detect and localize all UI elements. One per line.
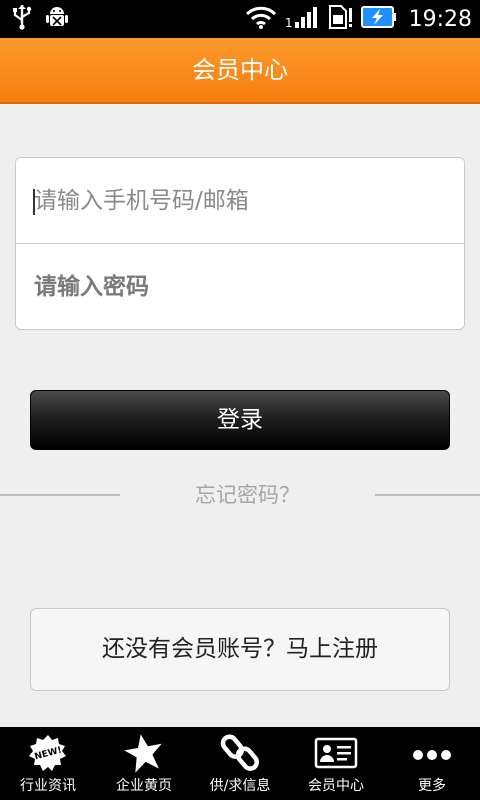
star-icon: [122, 733, 166, 773]
nav-label-yellow-pages: 企业黄页: [116, 778, 172, 794]
password-field-row: [16, 244, 464, 330]
usb-icon: [12, 4, 32, 34]
link-icon: [218, 733, 262, 773]
bottom-nav: NEW! 行业资讯 企业黄页 供/求信息 会员中心 更多: [0, 727, 480, 800]
login-button[interactable]: 登录: [30, 390, 450, 450]
nav-label-supply-demand: 供/求信息: [209, 778, 271, 794]
wifi-icon: [245, 5, 277, 33]
status-time: 19:28: [408, 6, 472, 32]
nav-label-news: 行业资讯: [20, 778, 76, 794]
more-icon: [410, 733, 454, 773]
nav-item-more[interactable]: 更多: [384, 727, 480, 800]
svg-text:1: 1: [285, 16, 293, 29]
android-debug-icon: [46, 4, 68, 34]
nav-label-more: 更多: [418, 778, 446, 794]
text-cursor: [33, 189, 35, 215]
page-title: 会员中心: [192, 56, 288, 84]
sim-icon: [327, 4, 353, 34]
battery-charging-icon: [360, 5, 397, 33]
nav-item-yellow-pages[interactable]: 企业黄页: [96, 727, 192, 800]
member-card-icon: [314, 733, 358, 773]
title-bar: 会员中心: [0, 38, 480, 104]
status-bar: 1 19:28: [0, 0, 480, 38]
phone-email-input[interactable]: [34, 158, 444, 244]
nav-item-member-center[interactable]: 会员中心: [288, 727, 384, 800]
phone-email-field-row: [16, 158, 464, 244]
news-icon: NEW!: [26, 733, 70, 773]
register-button[interactable]: 还没有会员账号？马上注册: [30, 608, 450, 691]
nav-item-supply-demand[interactable]: 供/求信息: [192, 727, 288, 800]
nav-item-news[interactable]: NEW! 行业资讯: [0, 727, 96, 800]
forgot-password-link[interactable]: 忘记密码？: [120, 478, 375, 512]
password-input[interactable]: [34, 244, 444, 330]
divider-left: [0, 494, 120, 496]
login-card: [15, 157, 465, 330]
divider-right: [375, 494, 480, 496]
signal-icon: 1: [285, 5, 319, 33]
nav-label-member-center: 会员中心: [308, 778, 364, 794]
